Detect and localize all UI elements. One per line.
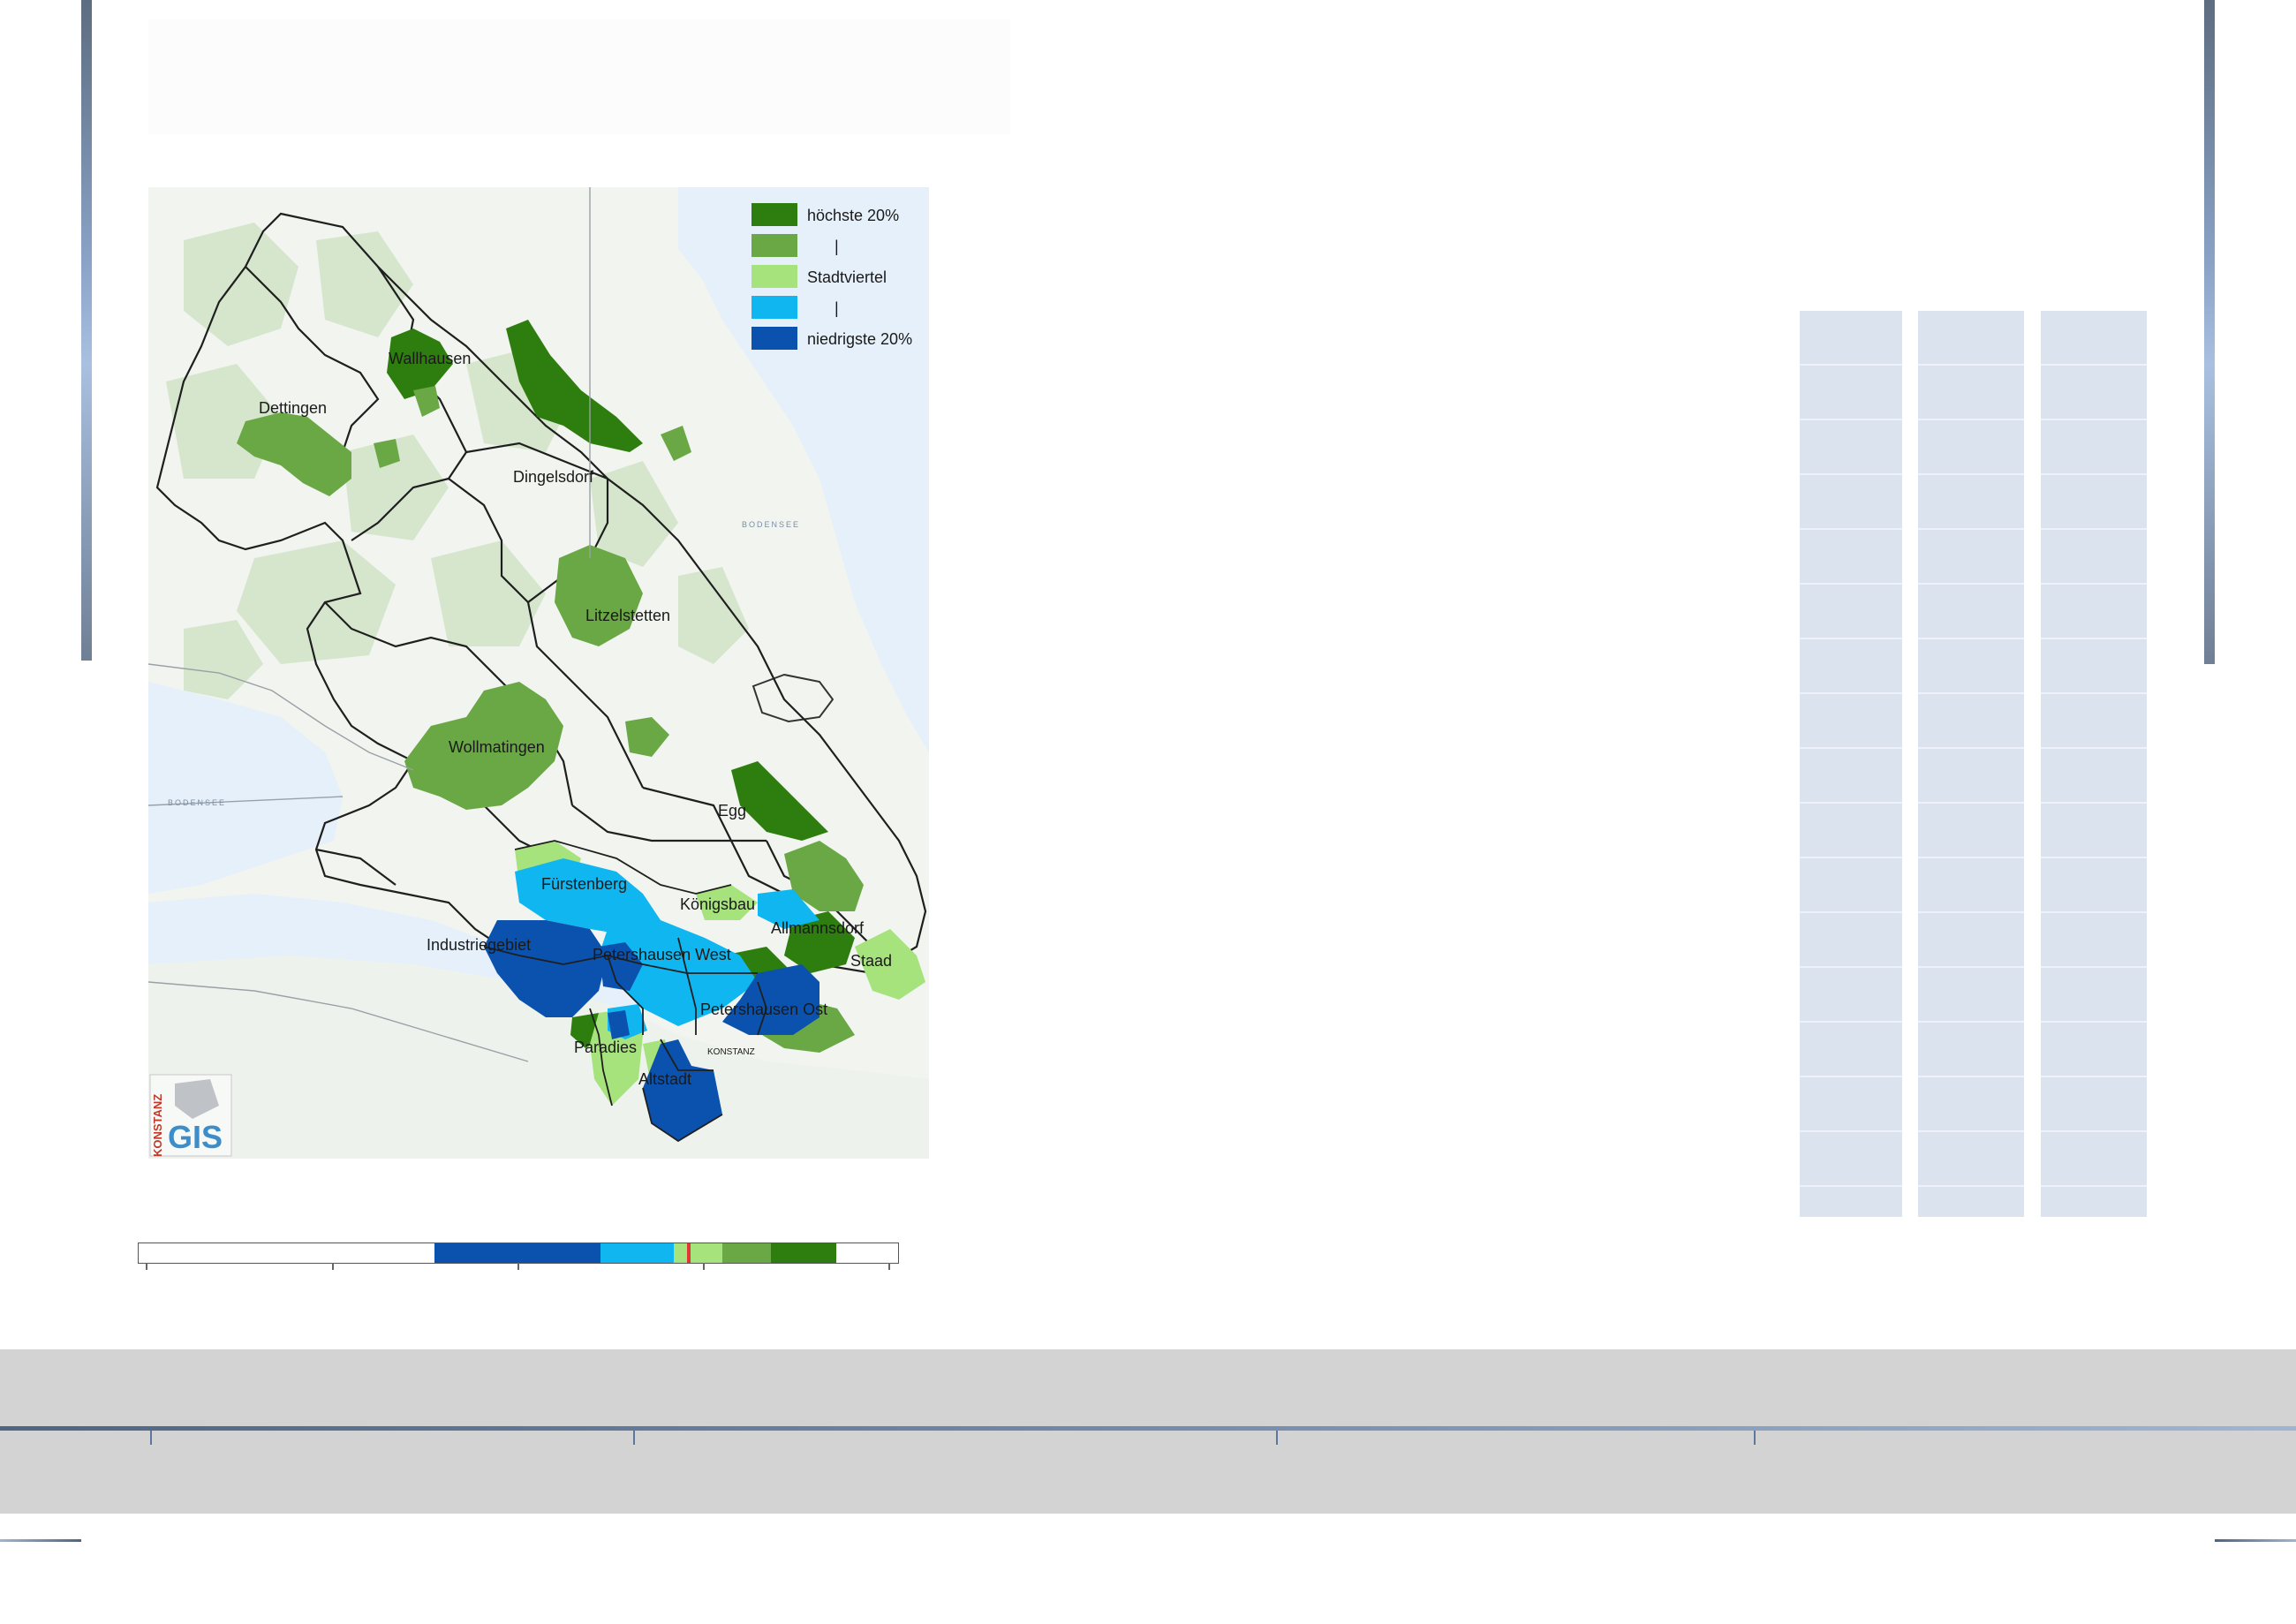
legend-swatch-lowest (751, 327, 797, 350)
label-egg: Egg (718, 802, 746, 820)
scale-tick (332, 1263, 334, 1270)
label-dingelsdorf: Dingelsdorf (513, 468, 594, 486)
footer-tick (150, 1431, 152, 1445)
gis-logo-text: GIS (168, 1119, 223, 1155)
legend-label-low: | (835, 299, 839, 317)
legend-label-high: | (835, 238, 839, 255)
district-map: Wallhausen Dettingen Dingelsdorf Litzels… (148, 187, 929, 1159)
left-accent-bar (81, 0, 92, 661)
label-koenigsbau: Königsbau (680, 895, 755, 913)
footer-band (0, 1349, 2296, 1514)
lake-label-bodensee-west: BODENSEE (168, 798, 226, 807)
label-wollmatingen: Wollmatingen (449, 738, 545, 756)
footer-tick (633, 1431, 635, 1445)
legend-swatch-middle (751, 265, 797, 288)
footer-divider (0, 1426, 2296, 1431)
table-column-1 (1800, 311, 1902, 1217)
scale-segment-high (722, 1243, 771, 1263)
table-column-3 (2041, 311, 2147, 1217)
label-litzelstetten: Litzelstetten (585, 607, 670, 624)
scale-tick (703, 1263, 705, 1270)
label-dettingen: Dettingen (259, 399, 327, 417)
scale-marker (687, 1243, 691, 1263)
legend-swatch-high (751, 234, 797, 257)
legend-swatch-highest (751, 203, 797, 226)
gis-logo: GIS KONSTANZ (149, 1074, 232, 1157)
lake-label-bodensee-east: BODENSEE (742, 520, 800, 529)
legend-label-middle: Stadtviertel (807, 268, 887, 286)
label-konstanz-city: KONSTANZ (707, 1047, 755, 1057)
label-wallhausen: Wallhausen (389, 350, 471, 367)
distribution-scale-bar (138, 1243, 899, 1264)
label-industriegebiet: Industriegebiet (427, 936, 531, 954)
left-corner-line (0, 1539, 81, 1542)
title-area (148, 19, 1010, 134)
legend-swatch-low (751, 296, 797, 319)
footer-tick (1754, 1431, 1756, 1445)
right-accent-bar (2204, 0, 2215, 664)
label-allmannsdorf: Allmannsdorf (771, 919, 865, 937)
label-altstadt: Altstadt (638, 1070, 691, 1088)
right-corner-line (2215, 1539, 2296, 1542)
label-fuerstenberg: Fürstenberg (541, 875, 627, 893)
scale-segment-middle (674, 1243, 722, 1263)
legend-label-lowest: niedrigste 20% (807, 330, 912, 348)
scale-tick (888, 1263, 890, 1270)
label-staad: Staad (850, 952, 892, 970)
scale-tick (517, 1263, 519, 1270)
scale-segment-lowest (434, 1243, 600, 1263)
label-paradies: Paradies (574, 1039, 637, 1056)
scale-tick (146, 1263, 147, 1270)
footer-tick (1276, 1431, 1278, 1445)
table-column-2 (1918, 311, 2024, 1217)
scale-segment-highest (771, 1243, 836, 1263)
gis-logo-vertical-text: KONSTANZ (151, 1094, 164, 1157)
scale-segment-low (600, 1243, 674, 1263)
label-petershausen-ost: Petershausen Ost (700, 1001, 827, 1018)
legend-label-highest: höchste 20% (807, 207, 899, 224)
label-petershausen-west: Petershausen West (593, 946, 731, 963)
